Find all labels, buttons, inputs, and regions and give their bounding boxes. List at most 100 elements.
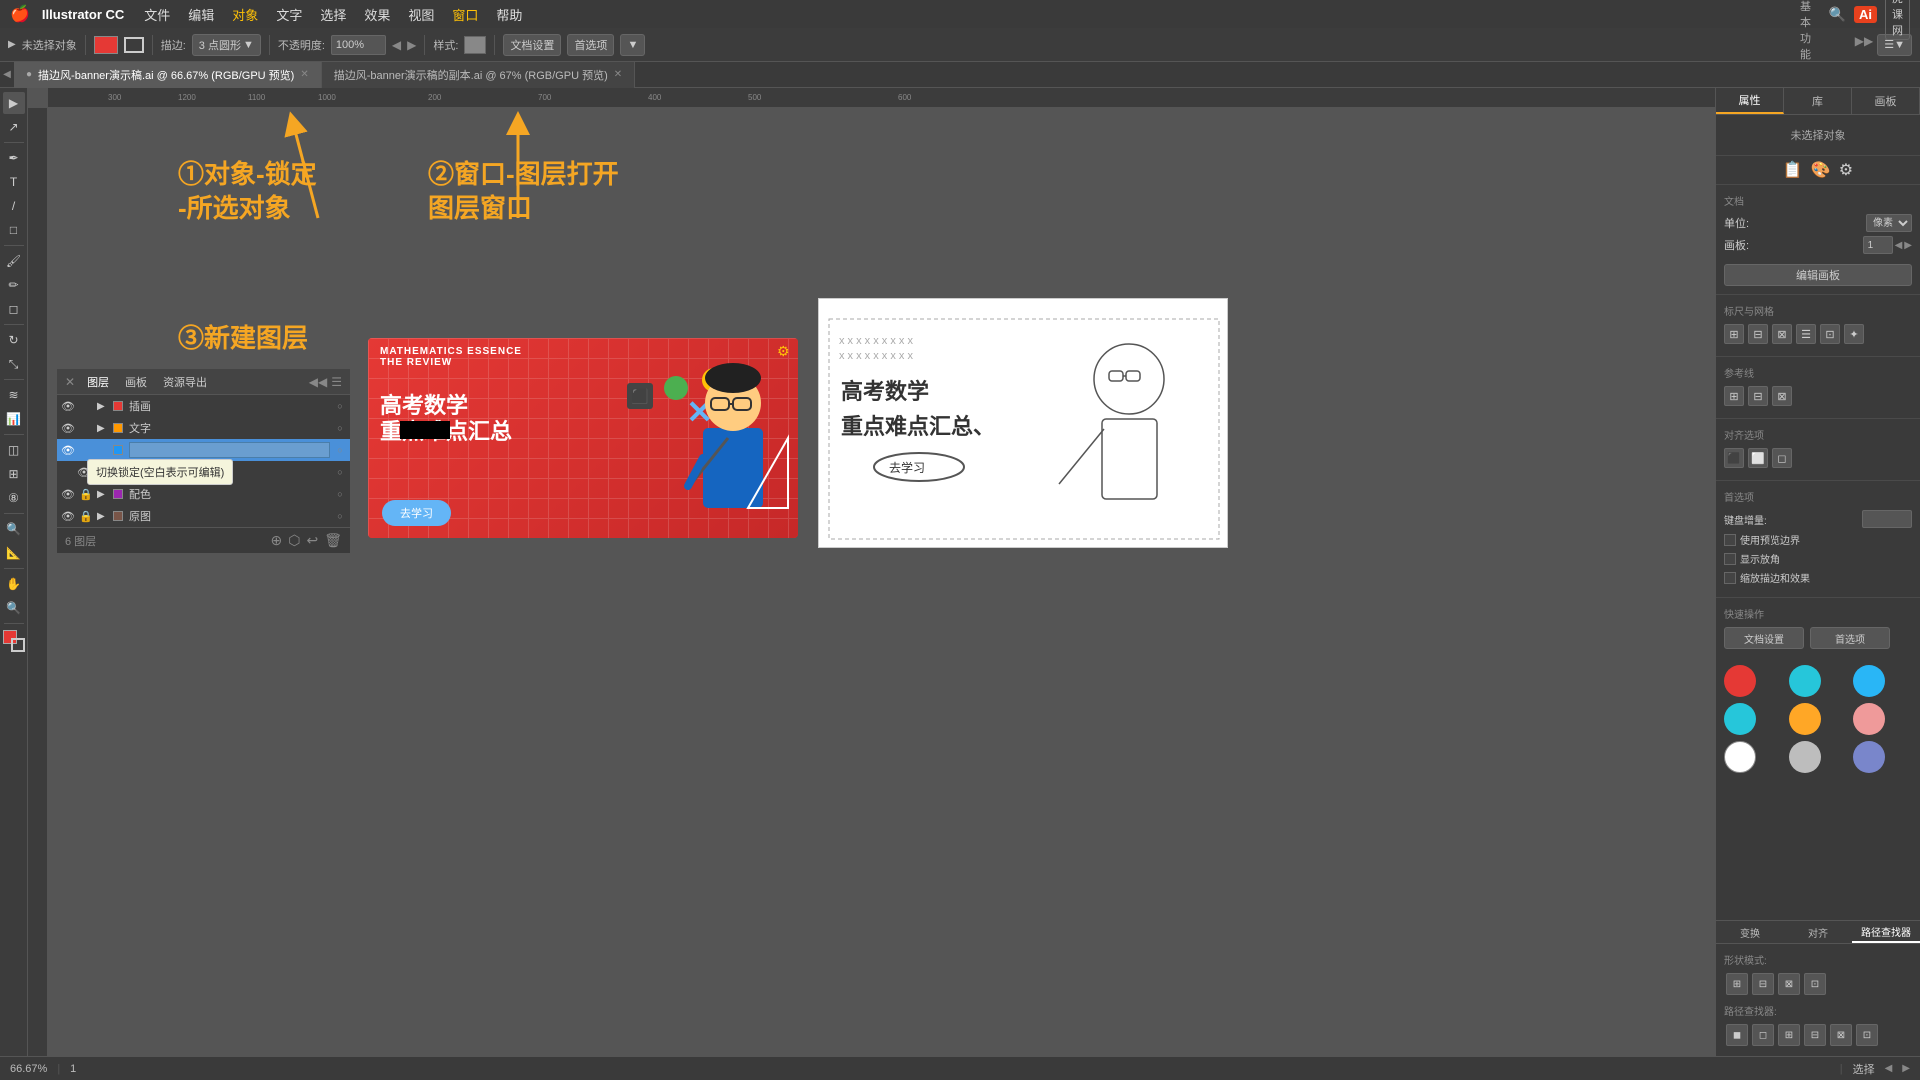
panel-toggle-icon[interactable]: ▶▶	[1855, 34, 1873, 56]
layer-1-visibility[interactable]: 👁	[61, 422, 75, 435]
fill-stroke-widget[interactable]	[3, 630, 25, 652]
menu-text[interactable]: 文字	[268, 3, 310, 26]
layer-row-3[interactable]: 👁 ▼ 配色 ○	[57, 461, 350, 483]
quick-doc-settings-btn[interactable]: 文档设置	[1724, 627, 1804, 649]
shape-btn-3[interactable]: ⊠	[1778, 973, 1800, 995]
path-btn-2[interactable]: ◻	[1752, 1024, 1774, 1046]
apple-menu[interactable]: 🍎	[10, 4, 30, 24]
layer-row-2[interactable]: 👁 ○	[57, 439, 350, 461]
ref-btn-2[interactable]: ⊟	[1748, 386, 1768, 406]
swatch-lightgray[interactable]	[1789, 741, 1821, 773]
ref-btn-3[interactable]: ⊠	[1772, 386, 1792, 406]
layers-menu-btn[interactable]: ☰	[331, 375, 342, 389]
tool-select[interactable]: ▶	[3, 92, 25, 114]
tool-blend[interactable]: ⑧	[3, 487, 25, 509]
layer-2-name-input[interactable]	[129, 442, 330, 458]
shape-btn-1[interactable]: ⊞	[1726, 973, 1748, 995]
stroke-dropdown[interactable]: 3 点圆形▼	[192, 34, 261, 56]
menu-help[interactable]: 帮助	[488, 3, 530, 26]
menu-view[interactable]: 视图	[400, 3, 442, 26]
layer-0-visibility[interactable]: 👁	[61, 400, 75, 413]
opacity-arrow-right[interactable]: ▶	[407, 38, 416, 52]
tool-direct-select[interactable]: ↗	[3, 116, 25, 138]
layer-5-lock[interactable]: 🔒	[79, 510, 93, 523]
menu-effect[interactable]: 效果	[356, 3, 398, 26]
layer-5-visibility[interactable]: 👁	[61, 510, 75, 523]
menu-window[interactable]: 窗口	[444, 3, 486, 26]
cb-scale-stroke[interactable]	[1724, 572, 1736, 584]
tab-1-close[interactable]: ✕	[300, 69, 308, 80]
menu-edit[interactable]: 编辑	[180, 3, 222, 26]
shape-btn-2[interactable]: ⊟	[1752, 973, 1774, 995]
layer-4-expand[interactable]: ▶	[97, 489, 107, 500]
swatch-cyan[interactable]	[1789, 665, 1821, 697]
unit-select[interactable]: 像素	[1866, 214, 1912, 232]
tool-zoom[interactable]: 🔍	[3, 597, 25, 619]
path-btn-4[interactable]: ⊟	[1804, 1024, 1826, 1046]
status-arrow-right[interactable]: ▶	[1902, 1063, 1910, 1074]
layers-new-sublayer-btn[interactable]: ⊕	[271, 532, 283, 549]
tool-pencil[interactable]: ✏	[3, 274, 25, 296]
right-icon-3[interactable]: ⚙	[1839, 160, 1853, 180]
swatch-lightblue[interactable]	[1853, 665, 1885, 697]
align-opt-2[interactable]: ⬜	[1748, 448, 1768, 468]
tool-rotate[interactable]: ↻	[3, 329, 25, 351]
align-grid-5[interactable]: ⊡	[1820, 324, 1840, 344]
layers-panel-close[interactable]: ✕	[65, 375, 75, 389]
layer-3-visibility[interactable]: 👁	[77, 466, 91, 479]
right-icon-2[interactable]: 🎨	[1811, 160, 1831, 180]
tool-paintbrush[interactable]: 🖌	[3, 250, 25, 272]
tool-eraser[interactable]: ◻	[3, 298, 25, 320]
align-opt-1[interactable]: ⬛	[1724, 448, 1744, 468]
layer-0-expand[interactable]: ▶	[97, 401, 107, 412]
align-grid-1[interactable]: ⊞	[1724, 324, 1744, 344]
tab-2-close[interactable]: ✕	[614, 69, 622, 80]
tool-eyedropper[interactable]: 🔍	[3, 518, 25, 540]
path-btn-3[interactable]: ⊞	[1778, 1024, 1800, 1046]
tool-mesh[interactable]: ⊞	[3, 463, 25, 485]
layer-4-visibility[interactable]: 👁	[61, 488, 75, 501]
edit-template-btn[interactable]: 编辑画板	[1724, 264, 1912, 286]
layer-1-expand[interactable]: ▶	[97, 423, 107, 434]
layer-4-lock[interactable]: 🔒	[79, 488, 93, 501]
opacity-input[interactable]	[331, 35, 386, 55]
tool-gradient[interactable]: ◫	[3, 439, 25, 461]
path-btn-5[interactable]: ⊠	[1830, 1024, 1852, 1046]
layers-delete-btn[interactable]: 🗑	[324, 532, 342, 549]
right-tab-properties[interactable]: 属性	[1716, 88, 1784, 114]
layer-3-expand[interactable]: ▼	[113, 467, 123, 478]
menu-select[interactable]: 选择	[312, 3, 354, 26]
fill-color[interactable]	[94, 36, 118, 54]
layers-tab-layers[interactable]: 图层	[83, 374, 113, 390]
layer-row-1[interactable]: 👁 ▶ 文字 ○	[57, 417, 350, 439]
layers-collapse-btn[interactable]: ◀◀	[309, 375, 327, 389]
swatch-purple[interactable]	[1853, 741, 1885, 773]
menu-file[interactable]: 文件	[136, 3, 178, 26]
path-btn-1[interactable]: ◼	[1726, 1024, 1748, 1046]
layer-row-4[interactable]: 👁 🔒 ▶ 配色 ○	[57, 483, 350, 505]
right-tab-library[interactable]: 库	[1784, 88, 1852, 114]
swatch-red[interactable]	[1724, 665, 1756, 697]
tool-line[interactable]: /	[3, 195, 25, 217]
style-swatch[interactable]	[464, 36, 486, 54]
layers-tab-export[interactable]: 资源导出	[159, 374, 211, 390]
swatch-pink[interactable]	[1853, 703, 1885, 735]
doc-settings-btn[interactable]: 文档设置	[503, 34, 561, 56]
swatch-orange[interactable]	[1789, 703, 1821, 735]
quick-preferences-btn[interactable]: 首选项	[1810, 627, 1890, 649]
tool-text[interactable]: T	[3, 171, 25, 193]
tool-graph[interactable]: 📊	[3, 408, 25, 430]
zoom-level[interactable]: 66.67%	[10, 1063, 47, 1075]
layers-move-btn[interactable]: ⬡	[288, 532, 300, 549]
layer-5-expand[interactable]: ▶	[97, 511, 107, 522]
tab-scroll-left[interactable]: ◀	[3, 69, 11, 80]
tab-1[interactable]: ● 描边风-banner演示稿.ai @ 66.67% (RGB/GPU 预览)…	[14, 62, 322, 88]
search-icon[interactable]: 🔍	[1829, 6, 1846, 23]
artboard-next[interactable]: ▶	[1904, 240, 1912, 251]
layers-undo-btn[interactable]: ↩	[306, 532, 318, 549]
tool-measure[interactable]: 📐	[3, 542, 25, 564]
swatch-teal[interactable]	[1724, 703, 1756, 735]
layer-2-visibility[interactable]: 👁	[61, 444, 75, 457]
align-grid-6[interactable]: ✦	[1844, 324, 1864, 344]
rb-tab-align[interactable]: 对齐	[1784, 921, 1852, 943]
